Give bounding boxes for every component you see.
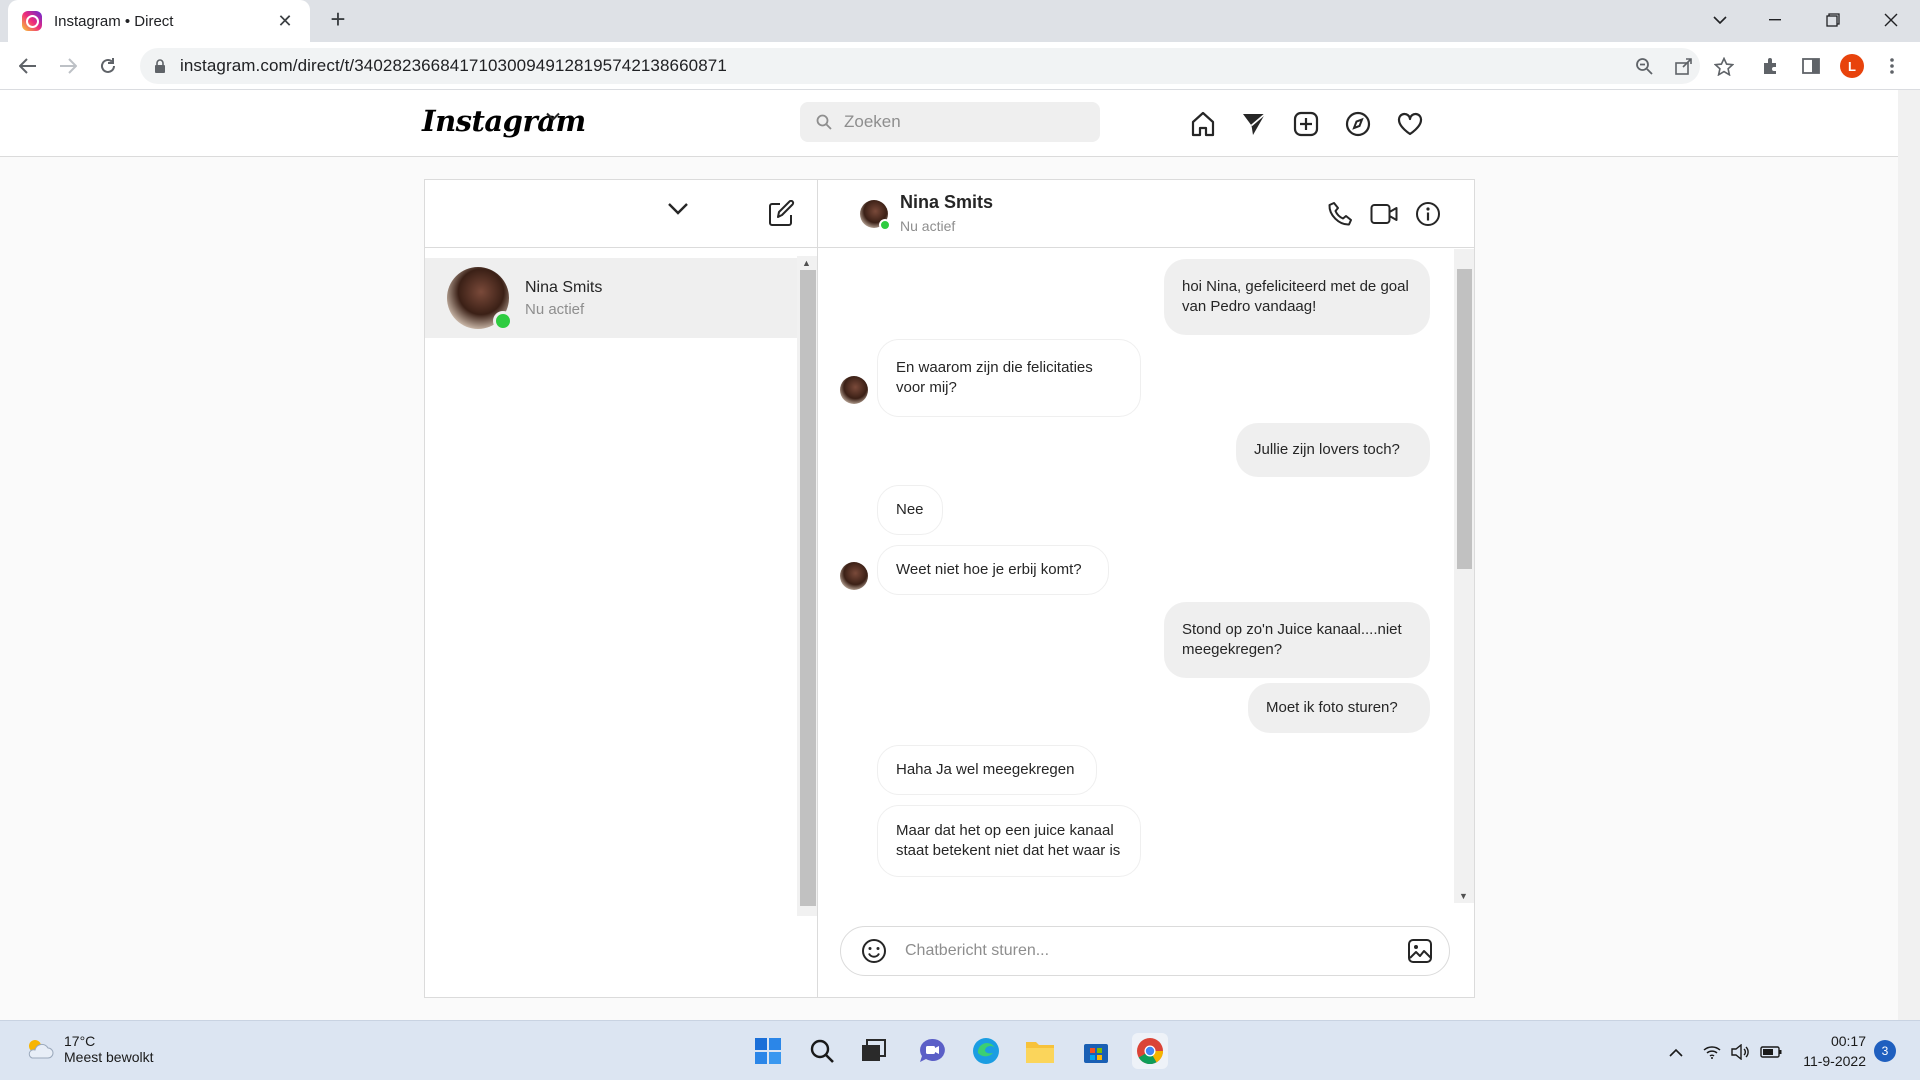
chat-scrollbar[interactable]: ▼ <box>1454 249 1474 903</box>
forward-arrow-icon[interactable] <box>54 52 82 80</box>
tab-search-chevron-icon[interactable] <box>1695 0 1745 40</box>
message-thread: hoi Nina, gefeliciteerd met de goal van … <box>818 249 1454 903</box>
thread-status: Nu actief <box>525 300 585 318</box>
close-tab-icon[interactable]: ✕ <box>274 10 296 32</box>
windows-taskbar: 17°C Meest bewolkt 00:17 11-9-2022 3 <box>0 1020 1920 1080</box>
profile-avatar[interactable]: L <box>1838 52 1866 80</box>
thread-list-item[interactable]: Nina Smits Nu actief <box>425 258 797 338</box>
weather-widget[interactable]: 17°C Meest bewolkt <box>24 1033 153 1065</box>
notification-count-badge[interactable]: 3 <box>1874 1040 1896 1062</box>
message-bubble-incoming[interactable]: Haha Ja wel meegekregen <box>877 745 1097 795</box>
message-bubble-incoming[interactable]: En waarom zijn die felicitaties voor mij… <box>877 339 1141 417</box>
file-explorer-icon[interactable] <box>1022 1033 1058 1069</box>
clock-date: 11-9-2022 <box>1803 1053 1866 1069</box>
scroll-up-arrow-icon[interactable]: ▲ <box>802 258 811 268</box>
restore-window-icon[interactable] <box>1808 0 1858 40</box>
online-status-dot <box>493 311 513 331</box>
new-post-icon[interactable] <box>1290 108 1322 140</box>
back-arrow-icon[interactable] <box>14 52 42 80</box>
chat-contact-name[interactable]: Nina Smits <box>900 192 993 213</box>
emoji-icon[interactable] <box>861 938 887 964</box>
chat-scroll-thumb[interactable] <box>1457 269 1472 569</box>
browser-tab-instagram[interactable]: Instagram • Direct ✕ <box>8 0 310 42</box>
chat-contact-status: Nu actief <box>900 218 956 234</box>
bookmark-star-icon[interactable] <box>1710 52 1738 80</box>
instagram-header: Instagram Zoeken <box>0 90 1898 157</box>
inbox-panel: Nina Smits Nu actief ▲ <box>425 180 818 997</box>
message-bubble-outgoing[interactable]: Moet ik foto sturen? <box>1248 683 1430 733</box>
conversation-info-icon[interactable] <box>1412 198 1444 230</box>
clock-time: 00:17 <box>1830 1033 1866 1049</box>
phone-call-icon[interactable] <box>1324 198 1356 230</box>
reload-icon[interactable] <box>94 52 122 80</box>
chrome-browser-icon[interactable] <box>1132 1033 1168 1069</box>
video-call-icon[interactable] <box>1368 198 1400 230</box>
message-input-placeholder[interactable]: Chatbericht sturen... <box>905 942 1407 960</box>
message-bubble-outgoing[interactable]: Stond op zo'n Juice kanaal....niet meege… <box>1164 602 1430 678</box>
system-clock[interactable]: 00:17 11-9-2022 <box>1796 1031 1866 1071</box>
teams-chat-icon[interactable] <box>914 1033 950 1069</box>
inbox-header <box>425 180 817 248</box>
share-icon[interactable] <box>1670 52 1698 80</box>
direct-messages-panel: Nina Smits Nu actief ▲ Nina Smits Nu act… <box>424 179 1475 998</box>
message-bubble-outgoing[interactable]: Jullie zijn lovers toch? <box>1236 423 1430 477</box>
weather-temperature: 17°C <box>64 1033 96 1049</box>
instagram-favicon-icon <box>22 11 42 31</box>
attach-image-icon[interactable] <box>1407 938 1433 964</box>
browser-toolbar: instagram.com/direct/t/34028236684171030… <box>0 42 1920 90</box>
inbox-scrollbar[interactable]: ▲ <box>797 256 817 916</box>
scroll-down-arrow-icon[interactable]: ▼ <box>1459 891 1468 901</box>
search-icon[interactable] <box>804 1033 840 1069</box>
explore-compass-icon[interactable] <box>1342 108 1374 140</box>
weather-description: Meest bewolkt <box>64 1049 154 1065</box>
battery-icon[interactable] <box>1760 1041 1782 1063</box>
close-window-icon[interactable] <box>1866 0 1916 40</box>
tab-title: Instagram • Direct <box>54 12 174 30</box>
message-bubble-incoming[interactable]: Nee <box>877 485 943 535</box>
url-text: instagram.com/direct/t/34028236684171030… <box>180 56 727 75</box>
search-icon <box>816 114 832 130</box>
avatar[interactable] <box>840 562 868 590</box>
edge-browser-icon[interactable] <box>968 1033 1004 1069</box>
side-panel-icon[interactable] <box>1797 52 1825 80</box>
direct-messages-icon[interactable] <box>1238 108 1270 140</box>
online-status-dot <box>879 219 891 231</box>
avatar <box>447 267 513 331</box>
volume-icon[interactable] <box>1729 1041 1751 1063</box>
avatar[interactable] <box>840 376 868 404</box>
message-bubble-incoming[interactable]: Weet niet hoe je erbij komt? <box>877 545 1109 595</box>
new-tab-button[interactable]: + <box>326 6 350 32</box>
task-view-icon[interactable] <box>856 1033 892 1069</box>
page-scrollbar[interactable] <box>1898 90 1920 1020</box>
windows-start-icon[interactable] <box>750 1033 786 1069</box>
search-placeholder: Zoeken <box>844 112 901 131</box>
activity-heart-icon[interactable] <box>1394 108 1426 140</box>
wifi-icon[interactable] <box>1701 1041 1723 1063</box>
new-message-compose-icon[interactable] <box>767 200 795 228</box>
lock-icon <box>154 59 166 73</box>
account-chevron-down-icon[interactable] <box>667 202 689 216</box>
partly-cloudy-icon <box>24 1036 54 1062</box>
chat-header: Nina Smits Nu actief <box>818 180 1474 248</box>
zoom-icon[interactable] <box>1630 52 1658 80</box>
chat-panel: Nina Smits Nu actief hoi Nina, gefelicit… <box>818 180 1474 997</box>
minimize-window-icon[interactable] <box>1750 0 1800 40</box>
account-switch-chevron-icon[interactable] <box>546 112 560 121</box>
browser-menu-icon[interactable] <box>1878 52 1906 80</box>
inbox-scroll-thumb[interactable] <box>800 270 816 906</box>
instagram-logo[interactable]: Instagram <box>422 104 586 138</box>
show-hidden-icons-chevron-icon[interactable] <box>1665 1041 1687 1063</box>
avatar[interactable] <box>860 200 891 231</box>
microsoft-store-icon[interactable] <box>1078 1033 1114 1069</box>
browser-tabstrip: Instagram • Direct ✕ + <box>0 0 1920 42</box>
thread-name: Nina Smits <box>525 278 603 296</box>
search-input[interactable]: Zoeken <box>800 102 1100 142</box>
home-icon[interactable] <box>1187 108 1219 140</box>
address-bar[interactable]: instagram.com/direct/t/34028236684171030… <box>140 48 1734 84</box>
extensions-puzzle-icon[interactable] <box>1757 52 1785 80</box>
message-composer[interactable]: Chatbericht sturen... <box>840 926 1450 976</box>
message-bubble-incoming[interactable]: Maar dat het op een juice kanaal staat b… <box>877 805 1141 877</box>
message-bubble-outgoing[interactable]: hoi Nina, gefeliciteerd met de goal van … <box>1164 259 1430 335</box>
